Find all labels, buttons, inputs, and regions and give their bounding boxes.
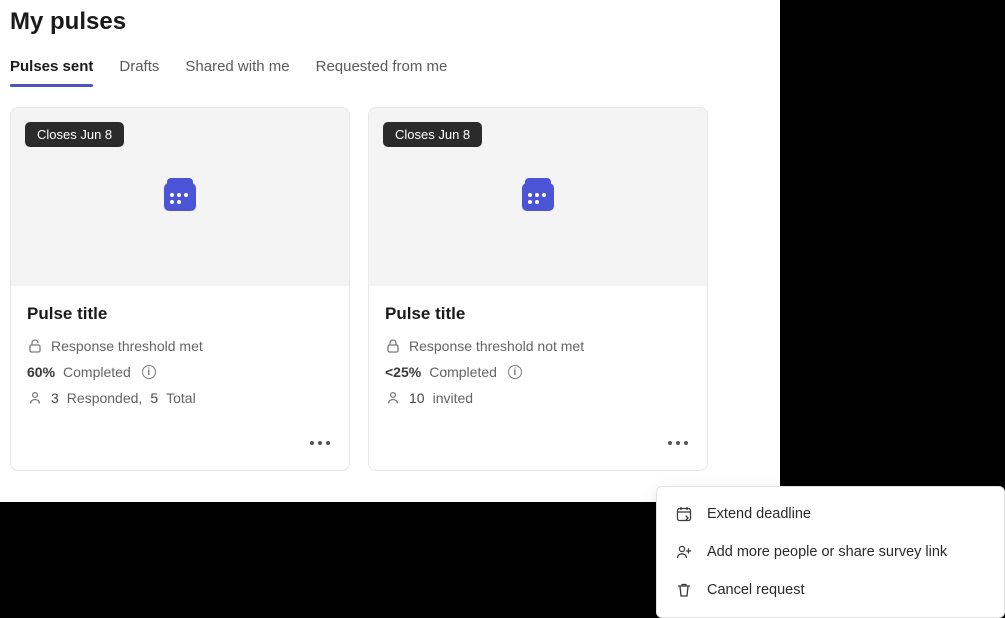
person-icon bbox=[385, 390, 401, 406]
tab-pulses-sent[interactable]: Pulses sent bbox=[10, 54, 93, 85]
card-body: Pulse title Response threshold met 60% C… bbox=[11, 286, 349, 426]
page-title: My pulses bbox=[10, 8, 770, 36]
card-footer bbox=[369, 426, 707, 470]
tab-requested-from-me[interactable]: Requested from me bbox=[316, 54, 448, 85]
pulse-card[interactable]: Closes Jun 8 Pulse title Response thresh… bbox=[10, 107, 350, 471]
tab-drafts[interactable]: Drafts bbox=[119, 54, 159, 85]
menu-item-label: Extend deadline bbox=[707, 506, 811, 522]
person-add-icon bbox=[675, 543, 693, 561]
tabs-bar: Pulses sent Drafts Shared with me Reques… bbox=[10, 54, 770, 85]
more-actions-button[interactable] bbox=[663, 430, 693, 456]
card-header: Closes Jun 8 bbox=[11, 108, 349, 286]
pulse-title: Pulse title bbox=[27, 304, 333, 324]
people-row: 10 invited bbox=[385, 390, 691, 406]
menu-add-people[interactable]: Add more people or share survey link bbox=[657, 533, 1004, 571]
tab-shared-with-me[interactable]: Shared with me bbox=[185, 54, 289, 85]
closes-badge: Closes Jun 8 bbox=[383, 122, 482, 147]
trash-icon bbox=[675, 581, 693, 599]
people-row: 3 Responded, 5 Total bbox=[27, 390, 333, 406]
completion-label: Completed bbox=[429, 364, 497, 380]
completion-percent: 60% bbox=[27, 364, 55, 380]
unlock-icon bbox=[27, 338, 43, 354]
total-count: 5 bbox=[150, 390, 158, 406]
lock-icon bbox=[385, 338, 401, 354]
card-body: Pulse title Response threshold not met <… bbox=[369, 286, 707, 426]
info-icon[interactable]: i bbox=[508, 365, 522, 379]
context-menu: Extend deadline Add more people or share… bbox=[656, 486, 1005, 618]
threshold-text: Response threshold not met bbox=[409, 338, 584, 354]
person-icon bbox=[27, 390, 43, 406]
total-label: Total bbox=[166, 390, 196, 406]
threshold-row: Response threshold not met bbox=[385, 338, 691, 354]
card-footer bbox=[11, 426, 349, 470]
card-header: Closes Jun 8 bbox=[369, 108, 707, 286]
page-container: My pulses Pulses sent Drafts Shared with… bbox=[0, 0, 780, 479]
invited-count: 10 bbox=[409, 390, 425, 406]
completion-label: Completed bbox=[63, 364, 131, 380]
calendar-icon bbox=[164, 183, 196, 211]
menu-cancel-request[interactable]: Cancel request bbox=[657, 571, 1004, 609]
pulse-card[interactable]: Closes Jun 8 Pulse title Response thresh… bbox=[368, 107, 708, 471]
completion-row: <25% Completed i bbox=[385, 364, 691, 380]
responded-label: Responded, bbox=[67, 390, 143, 406]
threshold-row: Response threshold met bbox=[27, 338, 333, 354]
closes-badge: Closes Jun 8 bbox=[25, 122, 124, 147]
info-icon[interactable]: i bbox=[142, 365, 156, 379]
responded-count: 3 bbox=[51, 390, 59, 406]
menu-extend-deadline[interactable]: Extend deadline bbox=[657, 495, 1004, 533]
menu-item-label: Cancel request bbox=[707, 582, 805, 598]
more-actions-button[interactable] bbox=[305, 430, 335, 456]
menu-item-label: Add more people or share survey link bbox=[707, 544, 947, 560]
calendar-icon bbox=[522, 183, 554, 211]
invited-label: invited bbox=[433, 390, 473, 406]
threshold-text: Response threshold met bbox=[51, 338, 203, 354]
cards-grid: Closes Jun 8 Pulse title Response thresh… bbox=[10, 107, 770, 471]
completion-percent: <25% bbox=[385, 364, 421, 380]
completion-row: 60% Completed i bbox=[27, 364, 333, 380]
calendar-arrow-icon bbox=[675, 505, 693, 523]
pulse-title: Pulse title bbox=[385, 304, 691, 324]
